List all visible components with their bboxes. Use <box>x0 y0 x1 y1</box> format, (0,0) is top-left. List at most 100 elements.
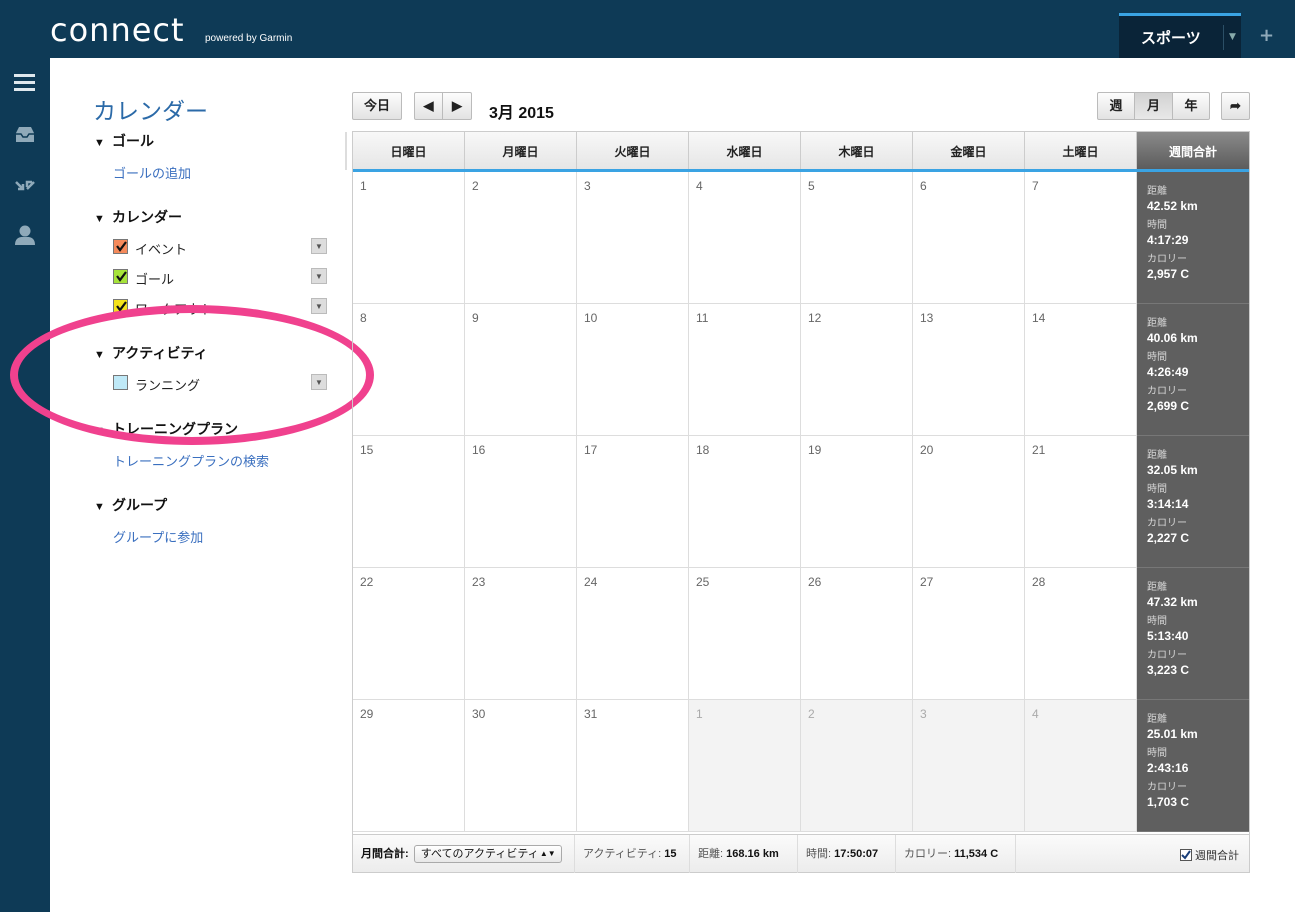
menu-icon[interactable] <box>13 72 37 94</box>
day-number: 30 <box>472 707 486 721</box>
day-cell[interactable]: 15 <box>353 436 465 568</box>
sidebar-divider[interactable] <box>345 132 347 170</box>
day-cell[interactable]: 22 <box>353 568 465 700</box>
day-cell[interactable]: 25 <box>689 568 801 700</box>
join-group-link[interactable]: グループに参加 <box>113 527 203 546</box>
workout-label: ワークアウト <box>135 302 214 317</box>
summary-time-label: 時間 <box>1147 616 1167 627</box>
day-cell[interactable]: 28 <box>1025 568 1137 700</box>
add-goal-link[interactable]: ゴールの追加 <box>113 163 191 182</box>
weekly-summary-cell: 距離 40.06 km 時間 4:26:49 カロリー 2,699 C <box>1137 304 1249 436</box>
day-cell[interactable]: 24 <box>577 568 689 700</box>
time-value: 17:50:07 <box>834 848 879 860</box>
goal-checkbox[interactable] <box>113 269 128 284</box>
day-cell[interactable]: 7 <box>1025 172 1137 304</box>
day-cell[interactable]: 27 <box>913 568 1025 700</box>
select-arrows-icon: ▲▼ <box>539 849 556 858</box>
day-number: 29 <box>360 707 374 721</box>
day-cell[interactable]: 4 <box>689 172 801 304</box>
day-number: 12 <box>808 311 822 325</box>
day-cell[interactable]: 4 <box>1025 700 1137 832</box>
connect-logo[interactable]: connect <box>50 12 185 48</box>
section-calendar-header[interactable]: ▼ カレンダー <box>94 207 182 227</box>
day-cell[interactable]: 1 <box>689 700 801 832</box>
section-goal-label: ゴール <box>112 133 154 149</box>
header-weekday: 月曜日 <box>465 132 577 169</box>
add-tab-button[interactable]: + <box>1259 26 1274 46</box>
day-cell[interactable]: 29 <box>353 700 465 832</box>
day-cell[interactable]: 18 <box>689 436 801 568</box>
day-cell[interactable]: 26 <box>801 568 913 700</box>
day-cell[interactable]: 9 <box>465 304 577 436</box>
view-year-button[interactable]: 年 <box>1173 92 1210 120</box>
inbox-icon[interactable] <box>13 125 37 147</box>
user-icon[interactable] <box>13 224 37 246</box>
dropdown-icon[interactable]: ▼ <box>311 374 327 390</box>
day-cell[interactable]: 3 <box>913 700 1025 832</box>
day-cell[interactable]: 21 <box>1025 436 1137 568</box>
header-weekday: 日曜日 <box>353 132 465 169</box>
day-cell[interactable]: 19 <box>801 436 913 568</box>
day-cell[interactable]: 6 <box>913 172 1025 304</box>
day-cell[interactable]: 12 <box>801 304 913 436</box>
summary-distance-label: 距離 <box>1147 450 1167 461</box>
day-number: 25 <box>696 575 710 589</box>
day-cell[interactable]: 14 <box>1025 304 1137 436</box>
search-plan-link[interactable]: トレーニングプランの検索 <box>113 451 269 470</box>
chevron-down-icon[interactable]: ▼ <box>1223 25 1241 50</box>
section-plan-header[interactable]: ▼ トレーニングプラン <box>94 419 238 439</box>
prev-month-button[interactable]: ◀ <box>414 92 443 120</box>
day-cell[interactable]: 2 <box>801 700 913 832</box>
summary-time-label: 時間 <box>1147 352 1167 363</box>
day-number: 17 <box>584 443 598 457</box>
day-cell[interactable]: 11 <box>689 304 801 436</box>
summary-time-value: 4:26:49 <box>1147 365 1189 379</box>
day-cell[interactable]: 30 <box>465 700 577 832</box>
sync-icon[interactable] <box>13 176 37 198</box>
section-activity-header[interactable]: ▼ アクティビティ <box>94 343 208 363</box>
day-number: 21 <box>1032 443 1046 457</box>
day-number: 4 <box>1032 707 1039 721</box>
workout-checkbox[interactable] <box>113 299 128 314</box>
day-cell[interactable]: 5 <box>801 172 913 304</box>
running-checkbox[interactable] <box>113 375 128 390</box>
activity-filter-select[interactable]: すべてのアクティビティ ▲▼ <box>413 845 562 863</box>
summary-calories-label: カロリー <box>1147 518 1187 529</box>
day-cell[interactable]: 16 <box>465 436 577 568</box>
activities-label: アクティビティ: <box>583 848 662 860</box>
view-week-button[interactable]: 週 <box>1097 92 1135 120</box>
weekly-total-toggle[interactable]: 週間合計 <box>1179 847 1239 863</box>
tab-sports-label: スポーツ <box>1141 29 1201 47</box>
checkbox-checked-icon[interactable] <box>1179 849 1192 861</box>
dropdown-icon[interactable]: ▼ <box>311 298 327 314</box>
dropdown-icon[interactable]: ▼ <box>311 268 327 284</box>
day-cell[interactable]: 3 <box>577 172 689 304</box>
summary-calories-label: カロリー <box>1147 782 1187 793</box>
left-rail <box>0 58 50 912</box>
today-button[interactable]: 今日 <box>352 92 402 120</box>
summary-time-value: 3:14:14 <box>1147 497 1189 511</box>
day-cell[interactable]: 1 <box>353 172 465 304</box>
section-group-header[interactable]: ▼ グループ <box>94 495 167 515</box>
share-icon[interactable]: ➦ <box>1221 92 1250 120</box>
day-cell[interactable]: 17 <box>577 436 689 568</box>
next-month-button[interactable]: ▶ <box>443 92 472 120</box>
day-cell[interactable]: 10 <box>577 304 689 436</box>
view-month-button[interactable]: 月 <box>1135 92 1173 120</box>
day-number: 28 <box>1032 575 1046 589</box>
calendar-header-row: 日曜日 月曜日 火曜日 水曜日 木曜日 金曜日 土曜日 週間合計 <box>353 132 1249 172</box>
day-cell[interactable]: 13 <box>913 304 1025 436</box>
day-cell[interactable]: 20 <box>913 436 1025 568</box>
section-calendar-label: カレンダー <box>112 209 182 225</box>
activity-item-running: ランニング ▼ <box>113 374 327 393</box>
section-goal-header[interactable]: ▼ ゴール <box>94 131 154 151</box>
day-cell[interactable]: 8 <box>353 304 465 436</box>
day-cell[interactable]: 31 <box>577 700 689 832</box>
day-number: 26 <box>808 575 822 589</box>
summary-distance-value: 25.01 km <box>1147 727 1198 741</box>
day-cell[interactable]: 23 <box>465 568 577 700</box>
event-checkbox[interactable] <box>113 239 128 254</box>
dropdown-icon[interactable]: ▼ <box>311 238 327 254</box>
day-cell[interactable]: 2 <box>465 172 577 304</box>
tab-sports[interactable]: スポーツ ▼ <box>1119 13 1241 58</box>
